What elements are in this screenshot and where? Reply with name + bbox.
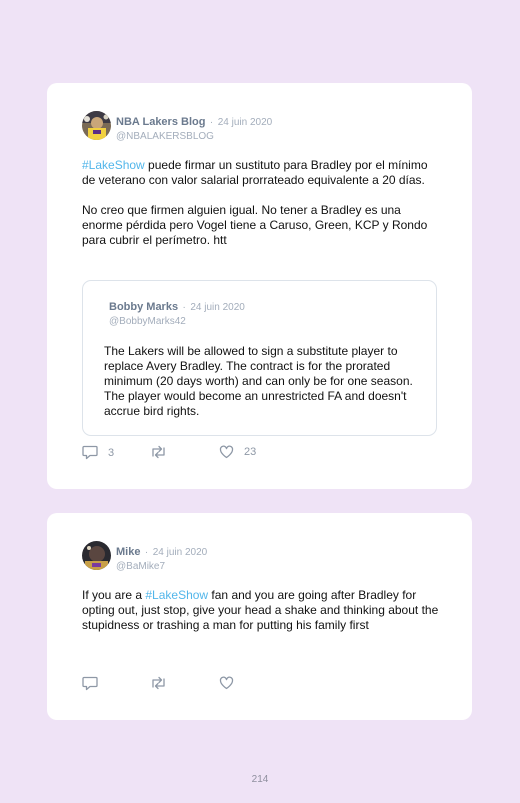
reply-icon [82, 445, 98, 460]
quoted-tweet-meta: Bobby Marks · 24 juin 2020 @BobbyMarks42 [109, 297, 245, 327]
tweet-text: #LakeShow puede firmar un sustituto para… [82, 158, 444, 263]
reply-icon [82, 676, 98, 691]
reply-count: 3 [108, 446, 115, 459]
retweet-button[interactable] [150, 445, 177, 459]
quoted-tweet[interactable]: Bobby Marks · 24 juin 2020 @BobbyMarks42… [82, 280, 437, 436]
avatar-image [82, 541, 111, 570]
tweet-date[interactable]: 24 juin 2020 [218, 117, 273, 128]
author-name[interactable]: NBA Lakers Blog [116, 116, 205, 128]
tweet-date[interactable]: 24 juin 2020 [153, 547, 208, 558]
avatar-image [82, 111, 111, 140]
avatar[interactable] [82, 541, 111, 570]
tweet-card: Mike · 24 juin 2020 @BaMike7 If you are … [47, 513, 472, 720]
tweet-card: NBA Lakers Blog · 24 juin 2020 @NBALAKER… [47, 83, 472, 489]
reply-button[interactable]: 3 [82, 445, 114, 460]
separator-dot: · [182, 302, 186, 313]
tweet-text: If you are a #LakeShow fan and you are g… [82, 588, 444, 648]
avatar[interactable] [82, 111, 111, 140]
tweet-meta: NBA Lakers Blog · 24 juin 2020 @NBALAKER… [116, 112, 272, 142]
tweet-meta: Mike · 24 juin 2020 @BaMike7 [116, 542, 207, 572]
hashtag-link[interactable]: #LakeShow [82, 158, 145, 172]
tweet-actions [82, 676, 282, 692]
heart-icon [219, 676, 234, 690]
like-button[interactable] [219, 676, 244, 690]
quoted-author-name[interactable]: Bobby Marks [109, 301, 178, 313]
quoted-tweet-text: The Lakers will be allowed to sign a sub… [104, 344, 413, 418]
like-button[interactable]: 23 [219, 445, 256, 459]
author-handle[interactable]: @NBALAKERSBLOG [116, 131, 272, 142]
tweet-text-lead: If you are a [82, 588, 146, 602]
like-count: 23 [244, 446, 257, 458]
separator-dot: · [209, 117, 214, 128]
retweet-button[interactable] [150, 676, 177, 690]
hashtag-link[interactable]: #LakeShow [145, 588, 208, 602]
page-number: 214 [251, 774, 269, 785]
author-name[interactable]: Mike [116, 546, 140, 558]
tweet-paragraph: #LakeShow puede firmar un sustituto para… [82, 158, 444, 188]
tweet-paragraph: If you are a #LakeShow fan and you are g… [82, 588, 444, 633]
tweet-actions: 3 23 [82, 445, 282, 461]
separator-dot: · [144, 547, 149, 558]
quoted-author-handle[interactable]: @BobbyMarks42 [109, 316, 245, 327]
retweet-icon [152, 676, 165, 690]
reply-button[interactable] [82, 676, 108, 691]
quoted-tweet-date[interactable]: 24 juin 2020 [190, 302, 245, 313]
retweet-icon [152, 445, 165, 459]
heart-icon [219, 445, 234, 459]
tweet-paragraph: No creo que firmen alguien igual. No ten… [82, 203, 428, 247]
author-handle[interactable]: @BaMike7 [116, 561, 207, 572]
